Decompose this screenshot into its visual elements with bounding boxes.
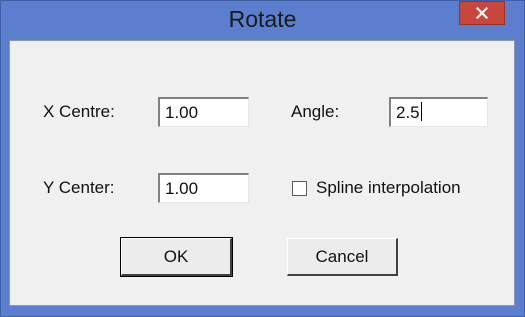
close-button[interactable] [459,1,505,25]
ok-button[interactable]: OK [120,237,233,277]
dialog-body: X Centre: 1.00 Angle: 2.5 Y Center: 1.00… [9,40,515,306]
cancel-button[interactable]: Cancel [287,238,398,276]
dialog-title: Rotate [228,6,297,32]
ok-button-label: OK [163,246,189,266]
title-bar[interactable]: Rotate [1,1,524,39]
spline-interpolation-checkbox[interactable] [292,181,307,196]
angle-value: 2.5 [396,103,420,122]
rotate-dialog: Rotate X Centre: 1.00 Angle: 2.5 Y Cente… [0,0,525,317]
spline-interpolation-label[interactable]: Spline interpolation [316,178,461,198]
y-center-label: Y Center: [43,178,115,197]
close-icon [476,7,488,19]
text-caret [420,102,422,121]
angle-label: Angle: [291,102,340,121]
cancel-button-label: Cancel [315,246,369,266]
x-centre-label: X Centre: [43,102,115,121]
x-centre-value: 1.00 [165,103,199,122]
y-center-value: 1.00 [165,179,199,198]
y-center-input[interactable]: 1.00 [158,173,249,203]
angle-input[interactable]: 2.5 [389,97,488,127]
x-centre-input[interactable]: 1.00 [158,97,249,127]
